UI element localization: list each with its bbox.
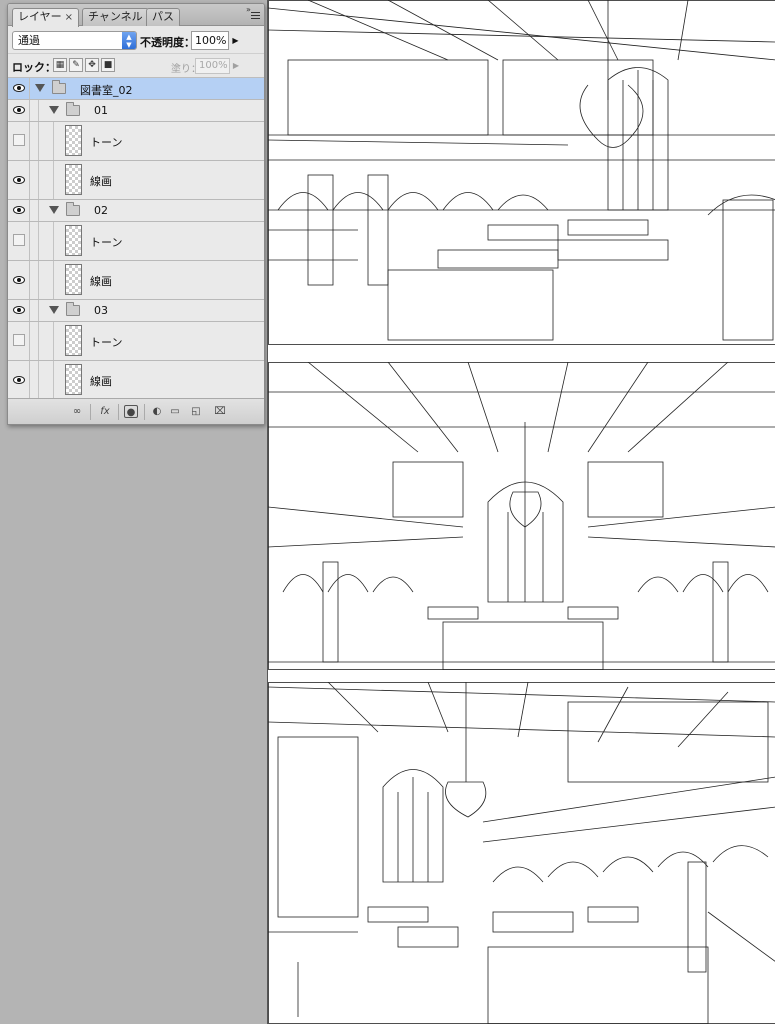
trash-icon[interactable]: ⌧ <box>213 405 227 418</box>
folder-icon <box>66 302 80 316</box>
opacity-input[interactable]: 100% <box>191 31 229 50</box>
new-group-icon[interactable]: ▭ <box>168 405 182 418</box>
disclosure-triangle-icon[interactable] <box>49 306 59 314</box>
layer-row[interactable]: 線画 <box>8 361 264 400</box>
tab-paths-label: パス <box>152 10 174 23</box>
fill-input[interactable]: 100% <box>195 58 230 74</box>
layer-group-row[interactable]: 03 <box>8 300 264 322</box>
visibility-cell[interactable] <box>8 78 30 99</box>
layer-thumbnail <box>65 264 82 295</box>
layer-group-name: 03 <box>94 304 108 317</box>
opacity-label: 不透明度： <box>140 36 195 49</box>
adjustment-icon[interactable]: ◐ <box>150 405 164 418</box>
layer-group-name: 02 <box>94 204 108 217</box>
eye-icon[interactable] <box>13 176 25 184</box>
visibility-cell[interactable] <box>8 161 30 199</box>
visibility-cell[interactable] <box>8 222 30 260</box>
layer-thumbnail <box>65 164 82 195</box>
visibility-cell[interactable] <box>8 361 30 399</box>
chevron-updown-icon[interactable]: ▲ ▼ <box>122 32 136 49</box>
disclosure-triangle-icon[interactable] <box>35 84 45 92</box>
document-canvas[interactable] <box>267 0 775 1024</box>
layer-name: 線画 <box>90 375 112 388</box>
lock-position-icon[interactable]: ✥ <box>85 58 99 72</box>
disclosure-triangle-icon[interactable] <box>49 206 59 214</box>
folder-icon <box>66 102 80 116</box>
layers-list: 図書室_02 01 トーン 線画 02 トーン 線画 03 トーン 線画 <box>8 78 264 400</box>
eye-icon[interactable] <box>13 306 25 314</box>
panel-menu-icon[interactable]: » <box>246 6 260 20</box>
layer-row[interactable]: トーン <box>8 322 264 361</box>
tab-layers[interactable]: レイヤー × <box>12 8 80 27</box>
blend-mode-value: 通過 <box>18 34 40 47</box>
panel-bottom-toolbar: ∞ fx ● ◐ ▭ ◱ ⌧ <box>8 398 264 424</box>
disclosure-triangle-icon[interactable] <box>49 106 59 114</box>
tab-close-icon[interactable]: × <box>65 12 73 23</box>
layer-name: トーン <box>90 236 123 249</box>
eye-icon[interactable] <box>13 376 25 384</box>
hidden-visibility-box[interactable] <box>13 334 25 346</box>
library-line-art-panel-2 <box>268 362 775 670</box>
tab-paths[interactable]: パス <box>146 8 180 26</box>
layer-thumbnail <box>65 325 82 356</box>
layer-group-name: 図書室_02 <box>80 84 133 97</box>
layer-name: トーン <box>90 136 123 149</box>
panel-tab-bar: レイヤー × チャンネル パス » <box>8 4 264 27</box>
lock-all-icon[interactable]: ■ <box>101 58 115 72</box>
layers-panel: レイヤー × チャンネル パス » 通過 ▲ ▼ 不透明度： 100% ▶ ロック：… <box>7 3 265 425</box>
lock-label: ロック： <box>12 61 56 74</box>
fill-slider-arrow-icon[interactable]: ▶ <box>231 58 241 74</box>
layer-row[interactable]: 線画 <box>8 261 264 300</box>
layer-row[interactable]: トーン <box>8 122 264 161</box>
blend-mode-select[interactable]: 通過 ▲ ▼ <box>12 31 137 50</box>
layer-thumbnail <box>65 364 82 395</box>
visibility-cell[interactable] <box>8 261 30 299</box>
layer-name: 線画 <box>90 175 112 188</box>
folder-icon <box>66 202 80 216</box>
mask-icon[interactable]: ● <box>124 405 138 418</box>
library-line-art-panel-3 <box>268 682 775 1024</box>
eye-icon[interactable] <box>13 106 25 114</box>
layer-thumbnail <box>65 125 82 156</box>
new-layer-icon[interactable]: ◱ <box>189 405 203 418</box>
layer-group-name: 01 <box>94 104 108 117</box>
eye-icon[interactable] <box>13 84 25 92</box>
tab-channels[interactable]: チャンネル <box>82 8 149 26</box>
hidden-visibility-box[interactable] <box>13 234 25 246</box>
eye-icon[interactable] <box>13 206 25 214</box>
layer-row[interactable]: トーン <box>8 222 264 261</box>
visibility-cell[interactable] <box>8 200 30 221</box>
eye-icon[interactable] <box>13 276 25 284</box>
layer-group-row[interactable]: 01 <box>8 100 264 122</box>
folder-icon <box>52 80 66 94</box>
layer-group-row[interactable]: 02 <box>8 200 264 222</box>
lock-pixels-icon[interactable]: ✎ <box>69 58 83 72</box>
library-line-art-panel-1 <box>268 0 775 345</box>
visibility-cell[interactable] <box>8 322 30 360</box>
layer-group-row[interactable]: 図書室_02 <box>8 78 264 100</box>
visibility-cell[interactable] <box>8 100 30 121</box>
lock-fill-row: ロック： ▦ ✎ ✥ ■ 塗り： 100% ▶ <box>8 54 264 78</box>
fx-icon[interactable]: fx <box>98 405 112 418</box>
opacity-slider-arrow-icon[interactable]: ▶ <box>230 31 241 50</box>
tab-layers-label: レイヤー <box>18 10 62 23</box>
layer-row[interactable]: 線画 <box>8 161 264 200</box>
lock-transparency-icon[interactable]: ▦ <box>53 58 67 72</box>
link-icon[interactable]: ∞ <box>70 405 84 418</box>
tab-channels-label: チャンネル <box>88 10 143 23</box>
layer-thumbnail <box>65 225 82 256</box>
visibility-cell[interactable] <box>8 300 30 321</box>
visibility-cell[interactable] <box>8 122 30 160</box>
layer-name: 線画 <box>90 275 112 288</box>
blend-opacity-row: 通過 ▲ ▼ 不透明度： 100% ▶ <box>8 26 264 54</box>
hidden-visibility-box[interactable] <box>13 134 25 146</box>
layer-name: トーン <box>90 336 123 349</box>
